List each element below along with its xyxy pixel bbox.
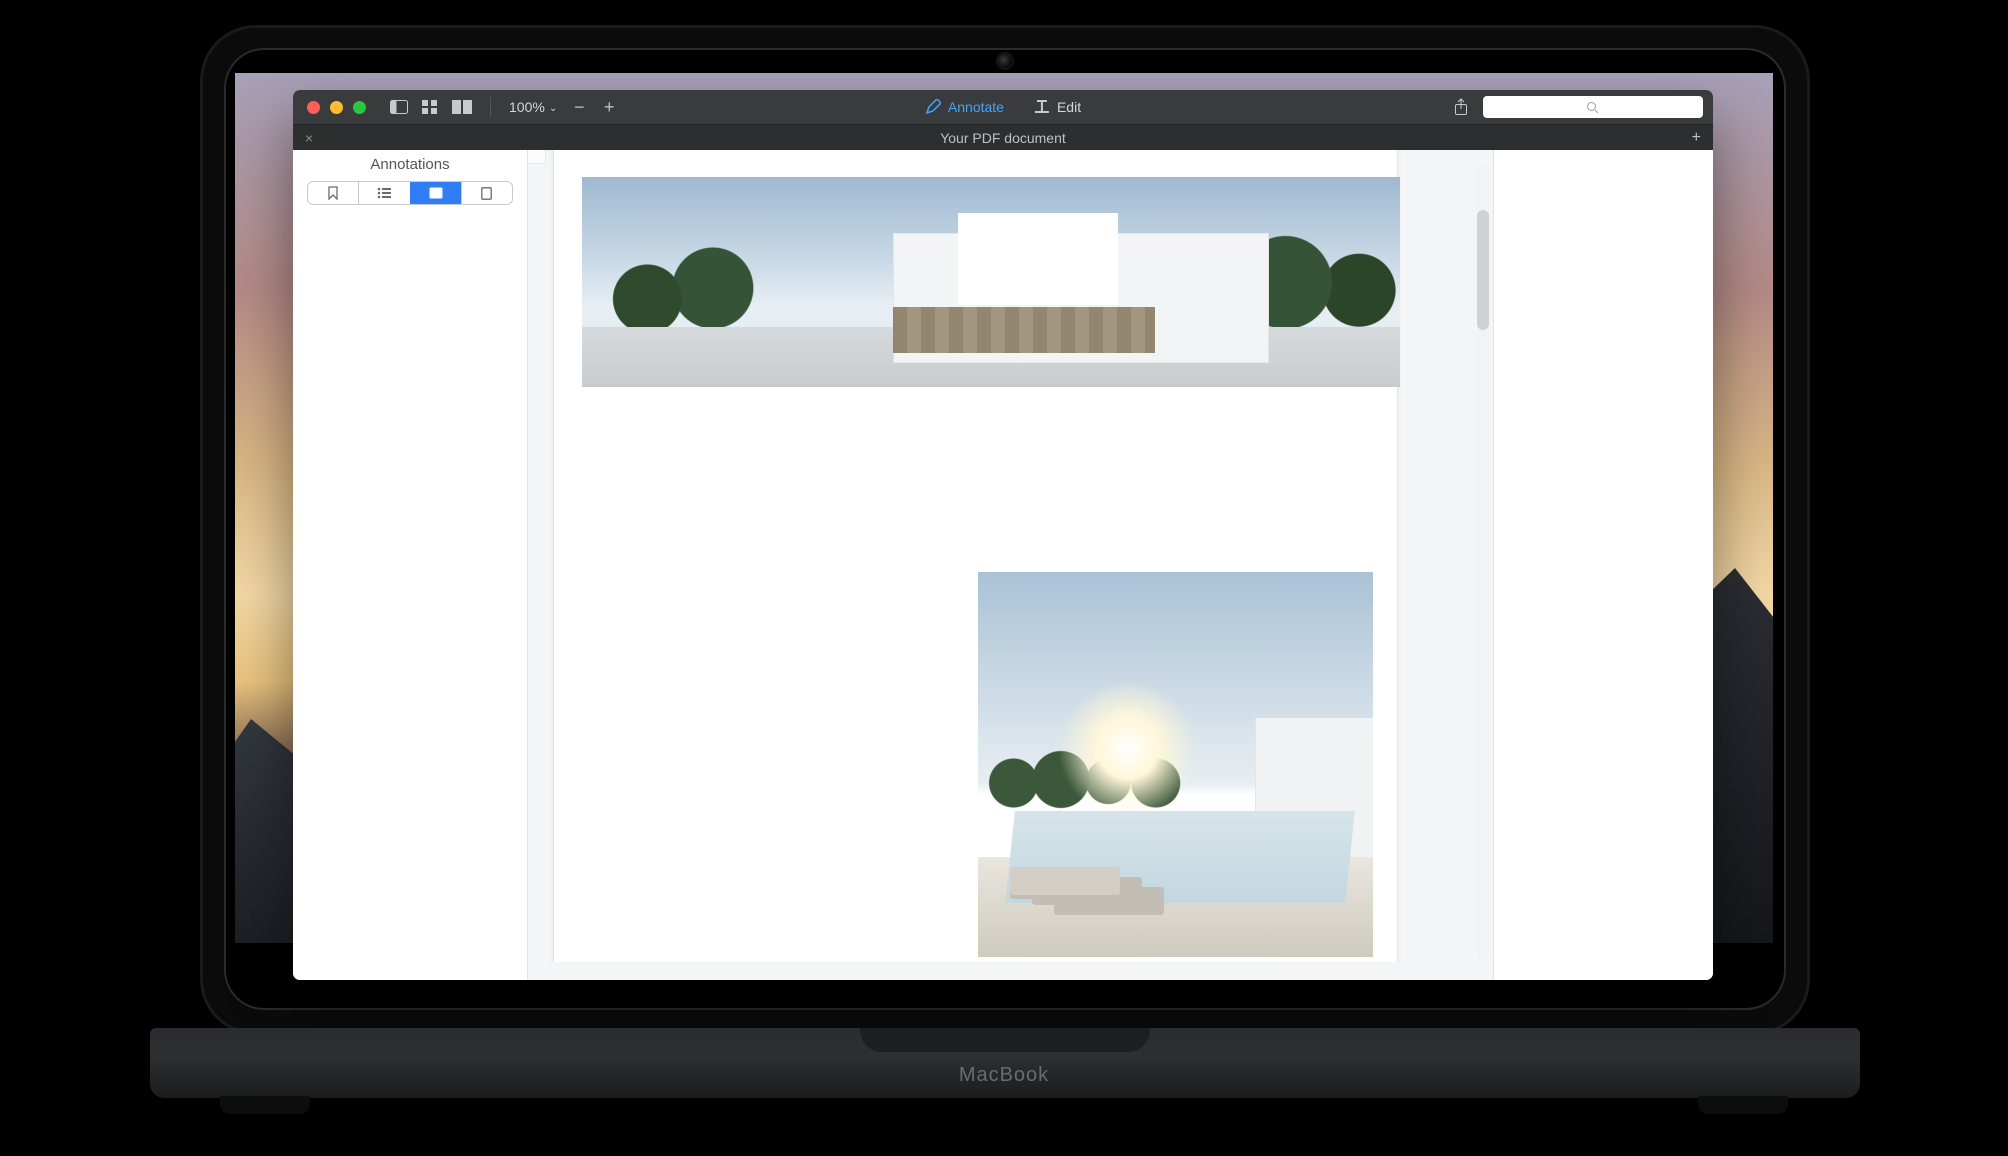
macbook-label: MacBook <box>0 1064 2008 1087</box>
macbook-foot <box>220 1096 310 1114</box>
macbook-foot <box>1698 1096 1788 1114</box>
body: Annotations <box>293 150 1713 980</box>
scrollbar-thumb[interactable] <box>1477 210 1489 330</box>
annotations-panel-icon <box>429 187 443 199</box>
page-image-2[interactable] <box>978 572 1373 957</box>
macbook-trackpad-notch <box>860 1028 1150 1052</box>
zoom-group: 100% ⌄ − + <box>499 97 627 118</box>
toolbar-divider <box>490 97 491 117</box>
edit-label: Edit <box>1057 100 1081 114</box>
sidebar-seg-thumbnails[interactable] <box>461 182 512 204</box>
document-scroll[interactable] <box>546 150 1475 962</box>
toolbar: 100% ⌄ − + Annotate Edit <box>293 90 1713 124</box>
sidebar-seg-bookmarks[interactable] <box>308 182 358 204</box>
edit-mode-button[interactable]: Edit <box>1034 99 1081 115</box>
sidebar-seg-outline[interactable] <box>358 182 409 204</box>
image-decoration <box>1010 867 1120 895</box>
annotate-icon <box>925 99 941 115</box>
outline-list-icon <box>377 187 391 199</box>
pdf-page[interactable] <box>554 150 1397 962</box>
image-decoration <box>1058 679 1198 819</box>
bookmark-icon <box>327 186 339 200</box>
sidebar-segmented-control <box>307 181 513 205</box>
window-traffic-lights <box>293 101 380 114</box>
annotate-label: Annotate <box>948 100 1004 114</box>
sidebar-header: Annotations <box>293 150 527 181</box>
two-page-view-icon[interactable] <box>452 100 472 114</box>
vertical-scrollbar[interactable] <box>1477 164 1489 960</box>
tab-close-button[interactable]: × <box>293 130 325 146</box>
annotate-mode-button[interactable]: Annotate <box>925 99 1004 115</box>
window-close-button[interactable] <box>307 101 320 114</box>
zoom-level-dropdown[interactable]: 100% ⌄ <box>509 99 557 115</box>
ruler-corner <box>528 150 546 164</box>
add-tab-button[interactable]: + <box>1680 129 1713 147</box>
window-zoom-button[interactable] <box>353 101 366 114</box>
grid-view-icon[interactable] <box>422 100 438 114</box>
edit-text-icon <box>1034 100 1050 114</box>
zoom-out-button[interactable]: − <box>571 97 587 118</box>
image-decoration <box>958 213 1118 305</box>
view-mode-group <box>380 100 482 114</box>
app-window: 100% ⌄ − + Annotate Edit <box>293 90 1713 980</box>
zoom-value: 100% <box>509 99 545 115</box>
share-icon[interactable] <box>1453 98 1469 116</box>
right-panel <box>1493 150 1713 980</box>
page-thumb-icon <box>481 187 492 200</box>
sidebar-seg-annotations[interactable] <box>410 182 461 204</box>
zoom-in-button[interactable]: + <box>601 97 617 118</box>
sidebar: Annotations <box>293 150 528 980</box>
window-minimize-button[interactable] <box>330 101 343 114</box>
document-canvas[interactable] <box>528 150 1493 980</box>
tab-title: Your PDF document <box>940 130 1066 146</box>
page-image-1[interactable] <box>582 177 1400 387</box>
sidebar-toggle-icon[interactable] <box>390 100 408 114</box>
tab-bar: × Your PDF document + <box>293 124 1713 150</box>
mode-switch: Annotate Edit <box>925 99 1081 115</box>
camera-dot <box>998 54 1012 68</box>
search-input[interactable] <box>1483 96 1703 118</box>
image-decoration <box>893 307 1155 353</box>
chevron-down-icon: ⌄ <box>549 103 557 114</box>
search-icon <box>1586 101 1599 114</box>
